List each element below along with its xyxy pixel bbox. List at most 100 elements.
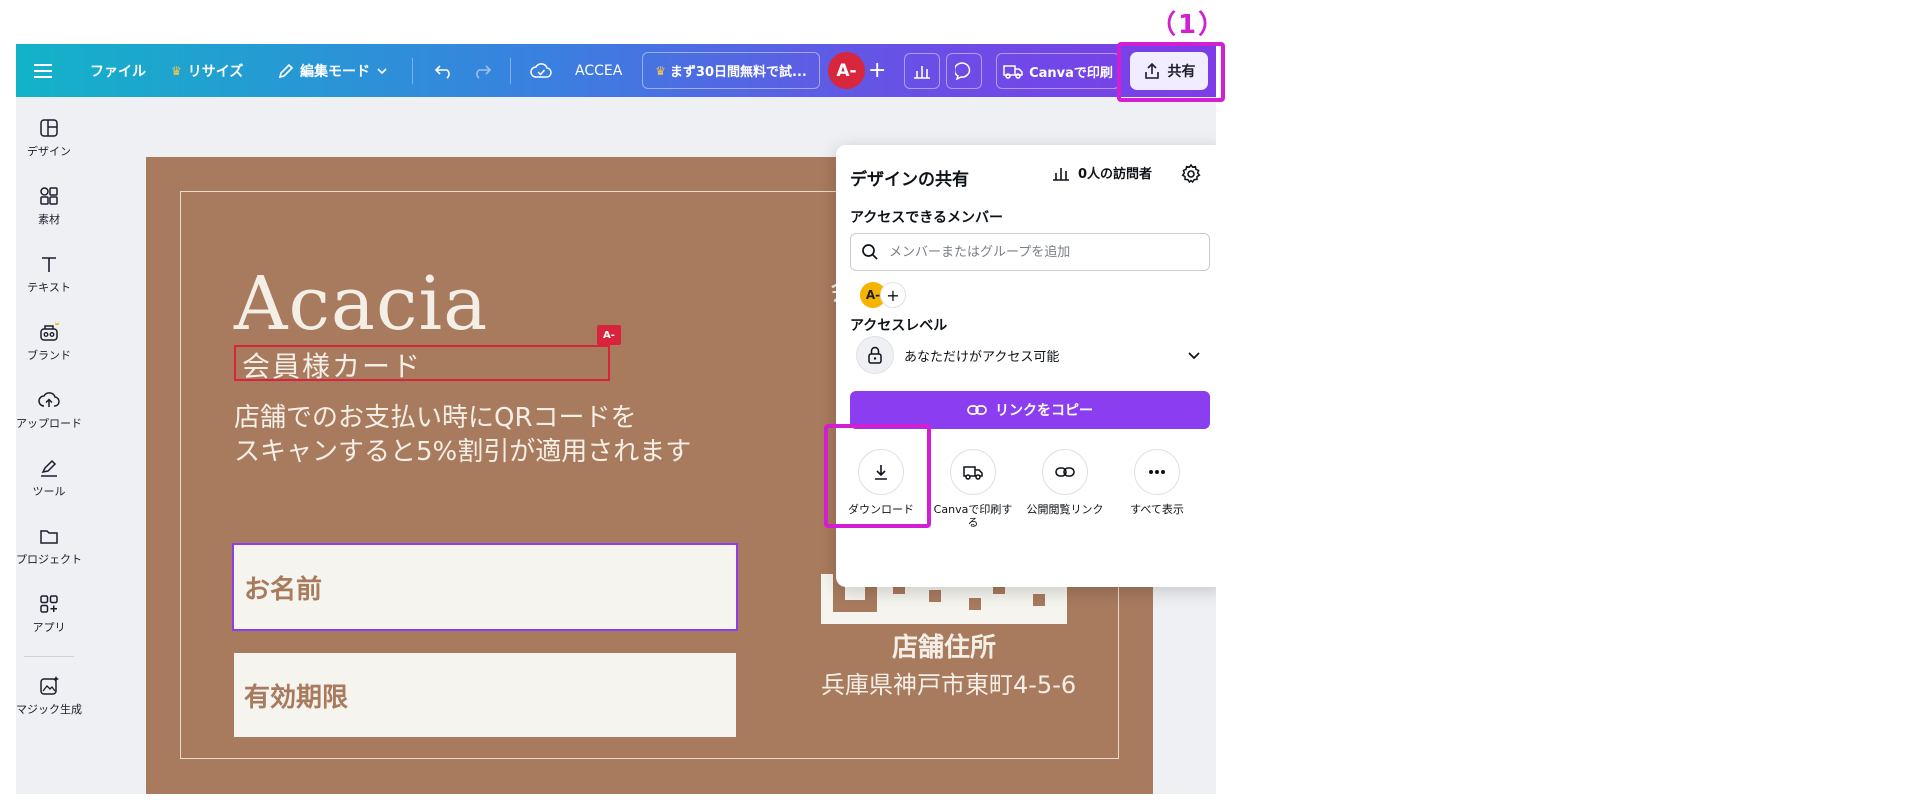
print-option-label: Canvaで印刷する bbox=[933, 503, 1013, 529]
visitors-count: 0人の訪問者 bbox=[1078, 167, 1153, 182]
sidebar-item-label: アップロード bbox=[16, 417, 82, 430]
edit-mode-dropdown[interactable]: 編集モード bbox=[278, 44, 388, 97]
bar-chart-icon bbox=[914, 66, 930, 79]
comments-button[interactable] bbox=[946, 53, 982, 89]
toolbar-divider bbox=[412, 58, 413, 84]
draw-pen-icon bbox=[41, 459, 57, 477]
crown-icon: ♛ bbox=[171, 63, 182, 78]
name-field-label: お名前 bbox=[244, 574, 323, 605]
sidebar-item-label: テキスト bbox=[27, 281, 71, 294]
access-level-dropdown[interactable]: あなただけがアクセス可能 bbox=[850, 333, 1210, 377]
settings-gear-icon[interactable] bbox=[1180, 163, 1202, 185]
sidebar-item-brand[interactable]: ブランド bbox=[16, 321, 82, 363]
folder-icon bbox=[40, 530, 58, 544]
visitors-button[interactable]: 0人の訪問者 bbox=[1052, 163, 1152, 182]
bar-chart-icon bbox=[1053, 167, 1069, 181]
public-view-link-label: 公開閲覧リンク bbox=[1026, 503, 1104, 516]
more-dots-icon bbox=[1134, 449, 1180, 495]
expiry-field[interactable]: 有効期限 bbox=[234, 653, 736, 737]
sidebar-item-label: マジック生成 bbox=[16, 703, 82, 716]
expiry-field-label: 有効期限 bbox=[244, 682, 349, 713]
member-search-input[interactable] bbox=[889, 244, 1189, 260]
public-view-link-option[interactable]: 公開閲覧リンク bbox=[1020, 449, 1110, 516]
file-label: ファイル bbox=[90, 63, 146, 80]
free-trial-button[interactable]: ♛ まず30日間無料で試... bbox=[642, 52, 820, 89]
cloud-check-icon bbox=[530, 62, 552, 78]
document-title-text: ACCEA bbox=[575, 62, 623, 79]
apps-grid-icon bbox=[40, 595, 58, 613]
print-with-canva-button[interactable]: Canvaで印刷 bbox=[996, 53, 1120, 89]
comment-icon bbox=[955, 62, 971, 80]
brand-title[interactable]: Acacia bbox=[234, 261, 488, 347]
sidebar-item-label: ツール bbox=[32, 485, 66, 498]
edit-mode-label: 編集モード bbox=[300, 63, 370, 80]
free-trial-label: まず30日間無料で試... bbox=[669, 65, 807, 80]
sidebar-item-label: プロジェクト bbox=[16, 553, 82, 566]
redo-button[interactable] bbox=[472, 44, 492, 97]
magic-image-icon bbox=[40, 676, 59, 695]
shapes-icon bbox=[40, 187, 58, 205]
sidebar-item-projects[interactable]: プロジェクト bbox=[16, 525, 82, 567]
add-member-button[interactable]: + bbox=[880, 282, 906, 308]
sidebar-item-magic-media[interactable]: マジック生成 bbox=[16, 675, 82, 717]
resize-button[interactable]: ♛ リサイズ bbox=[171, 44, 243, 97]
sidebar-item-apps[interactable]: アプリ bbox=[16, 593, 82, 635]
chevron-down-icon bbox=[377, 67, 387, 74]
redo-icon bbox=[476, 64, 492, 79]
brand-kit-icon bbox=[40, 322, 59, 341]
hamburger-icon bbox=[34, 63, 52, 78]
document-title[interactable]: ACCEA bbox=[575, 44, 622, 97]
download-option-highlight bbox=[824, 424, 931, 528]
store-address-title[interactable]: 店舗住所 bbox=[821, 627, 1067, 664]
insights-button[interactable] bbox=[904, 53, 940, 89]
screenshot-stage: （1） ファイル ♛ リサイズ 編集モード ACCEA ♛ まず30日間無料で試… bbox=[0, 0, 1920, 804]
file-menu[interactable]: ファイル bbox=[90, 44, 146, 97]
description-line-1: 店舗でのお支払い時にQRコードを bbox=[234, 403, 637, 433]
sidebar-item-label: デザイン bbox=[27, 145, 71, 158]
save-status-button[interactable] bbox=[530, 44, 552, 97]
cloud-upload-icon bbox=[38, 392, 60, 407]
user-avatar[interactable]: A- bbox=[828, 52, 865, 89]
resize-label: リサイズ bbox=[187, 63, 244, 80]
annotation-label: （1） bbox=[1150, 10, 1227, 40]
link-icon bbox=[1042, 449, 1088, 495]
share-button-highlight bbox=[1117, 42, 1225, 102]
undo-button[interactable] bbox=[434, 44, 454, 97]
truck-icon bbox=[1003, 65, 1023, 79]
search-icon bbox=[862, 244, 878, 260]
sidebar-item-label: 素材 bbox=[38, 213, 60, 226]
undo-icon bbox=[434, 64, 450, 79]
description-line-2: スキャンすると5%割引が適用されます bbox=[234, 437, 692, 467]
pencil-icon bbox=[278, 63, 294, 78]
card-subtitle[interactable]: 会員様カード bbox=[242, 345, 422, 385]
crown-icon: ♛ bbox=[655, 63, 666, 78]
sidebar-item-design[interactable]: デザイン bbox=[16, 117, 82, 159]
sidebar-item-text[interactable]: テキスト bbox=[16, 253, 82, 295]
collaborator-tag: A- bbox=[597, 325, 621, 345]
plus-icon: + bbox=[886, 285, 900, 305]
top-toolbar: ファイル ♛ リサイズ 編集モード ACCEA ♛ まず30日間無料で試... … bbox=[16, 44, 1216, 97]
access-level-label: アクセスレベル bbox=[850, 318, 948, 334]
show-all-option[interactable]: すべて表示 bbox=[1112, 449, 1202, 516]
lock-icon bbox=[856, 336, 894, 374]
popup-title: デザインの共有 bbox=[850, 170, 969, 190]
left-sidebar: デザイン 素材 テキスト ブランド アップロード ツール プロジェクト アプリ … bbox=[16, 97, 82, 794]
link-icon bbox=[967, 405, 987, 415]
member-search-field[interactable] bbox=[850, 233, 1210, 271]
canva-editor: ファイル ♛ リサイズ 編集モード ACCEA ♛ まず30日間無料で試... … bbox=[16, 44, 1216, 794]
toolbar-divider bbox=[510, 58, 511, 84]
plus-icon: + bbox=[868, 58, 887, 83]
sidebar-item-elements[interactable]: 素材 bbox=[16, 185, 82, 227]
truck-icon bbox=[950, 449, 996, 495]
add-collaborator-button[interactable]: + bbox=[868, 44, 886, 97]
print-label: Canvaで印刷 bbox=[1029, 65, 1113, 81]
name-field[interactable]: お名前 bbox=[232, 543, 738, 631]
print-option[interactable]: Canvaで印刷する bbox=[928, 449, 1018, 529]
sidebar-item-uploads[interactable]: アップロード bbox=[16, 389, 82, 431]
store-address[interactable]: 兵庫県神戸市東町4-5-6 bbox=[821, 665, 1076, 700]
card-description[interactable]: 店舗でのお支払い時にQRコードを スキャンすると5%割引が適用されます bbox=[234, 401, 691, 469]
menu-button[interactable] bbox=[34, 44, 52, 97]
copy-link-label: リンクをコピー bbox=[995, 403, 1093, 419]
sidebar-item-label: ブランド bbox=[27, 349, 71, 362]
sidebar-item-tools[interactable]: ツール bbox=[16, 457, 82, 499]
